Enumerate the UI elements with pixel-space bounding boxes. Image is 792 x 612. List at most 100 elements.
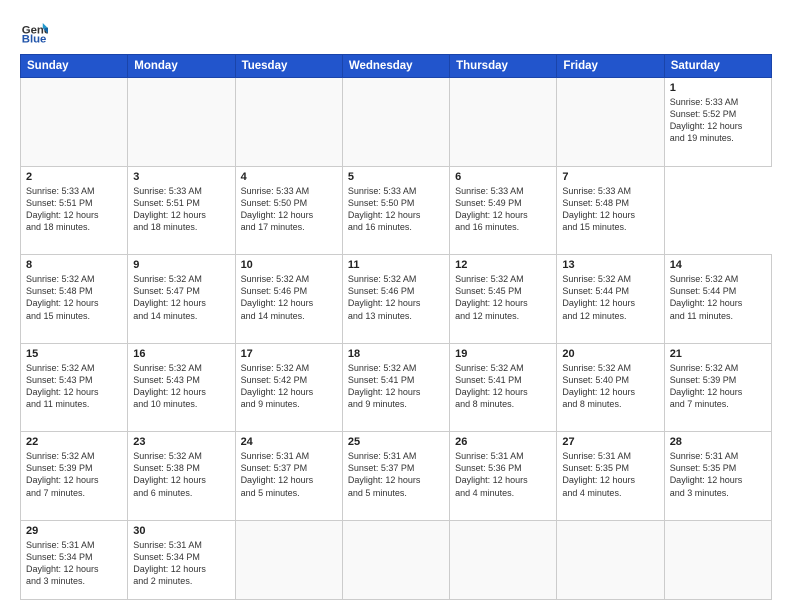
calendar-week-5: 29 Sunrise: 5:31 AMSunset: 5:34 PMDayligh… <box>21 520 772 599</box>
cell-info: Sunrise: 5:32 AMSunset: 5:44 PMDaylight:… <box>562 274 635 320</box>
calendar-cell-21: 21 Sunrise: 5:32 AMSunset: 5:39 PMDayligh… <box>664 343 771 432</box>
cell-info: Sunrise: 5:32 AMSunset: 5:43 PMDaylight:… <box>26 363 99 409</box>
calendar-cell-empty <box>235 78 342 167</box>
day-number: 22 <box>26 436 122 448</box>
svg-text:Blue: Blue <box>22 33 47 44</box>
day-number: 29 <box>26 525 122 537</box>
cell-info: Sunrise: 5:31 AMSunset: 5:35 PMDaylight:… <box>670 451 743 497</box>
calendar-cell-11: 11Sunrise: 5:32 AMSunset: 5:46 PMDayligh… <box>342 255 449 344</box>
calendar-cell-24: 24 Sunrise: 5:31 AMSunset: 5:37 PMDayligh… <box>235 432 342 521</box>
day-number: 10 <box>241 259 337 271</box>
cell-info: Sunrise: 5:31 AMSunset: 5:37 PMDaylight:… <box>348 451 421 497</box>
page-header: General Blue <box>20 16 772 44</box>
cell-info: Sunrise: 5:33 AMSunset: 5:50 PMDaylight:… <box>241 186 314 232</box>
day-number: 18 <box>348 348 444 360</box>
day-number: 2 <box>26 171 122 183</box>
calendar-cell-17: 17Sunrise: 5:32 AMSunset: 5:42 PMDayligh… <box>235 343 342 432</box>
calendar-cell-empty <box>235 520 342 599</box>
cell-info: Sunrise: 5:31 AMSunset: 5:36 PMDaylight:… <box>455 451 528 497</box>
cell-info: Sunrise: 5:31 AMSunset: 5:34 PMDaylight:… <box>133 540 206 586</box>
cell-info: Sunrise: 5:32 AMSunset: 5:45 PMDaylight:… <box>455 274 528 320</box>
col-header-saturday: Saturday <box>664 55 771 78</box>
calendar-week-2: 8Sunrise: 5:32 AMSunset: 5:48 PMDaylight… <box>21 255 772 344</box>
day-number: 20 <box>562 348 658 360</box>
day-number: 25 <box>348 436 444 448</box>
calendar-cell-empty <box>557 78 664 167</box>
cell-info: Sunrise: 5:33 AMSunset: 5:50 PMDaylight:… <box>348 186 421 232</box>
cell-info: Sunrise: 5:32 AMSunset: 5:39 PMDaylight:… <box>670 363 743 409</box>
col-header-sunday: Sunday <box>21 55 128 78</box>
cell-info: Sunrise: 5:32 AMSunset: 5:40 PMDaylight:… <box>562 363 635 409</box>
day-number: 23 <box>133 436 229 448</box>
day-number: 28 <box>670 436 766 448</box>
day-number: 26 <box>455 436 551 448</box>
calendar-cell-20: 20 Sunrise: 5:32 AMSunset: 5:40 PMDayligh… <box>557 343 664 432</box>
day-number: 9 <box>133 259 229 271</box>
calendar-cell-empty <box>450 78 557 167</box>
day-number: 12 <box>455 259 551 271</box>
calendar-table: SundayMondayTuesdayWednesdayThursdayFrid… <box>20 54 772 600</box>
calendar-cell-18: 18Sunrise: 5:32 AMSunset: 5:41 PMDayligh… <box>342 343 449 432</box>
cell-info: Sunrise: 5:33 AMSunset: 5:51 PMDaylight:… <box>133 186 206 232</box>
calendar-cell-27: 27Sunrise: 5:31 AMSunset: 5:35 PMDayligh… <box>557 432 664 521</box>
calendar-cell-empty <box>342 520 449 599</box>
logo: General Blue <box>20 16 52 44</box>
calendar-cell-empty <box>450 520 557 599</box>
day-number: 5 <box>348 171 444 183</box>
cell-info: Sunrise: 5:32 AMSunset: 5:43 PMDaylight:… <box>133 363 206 409</box>
calendar-week-1: 2 Sunrise: 5:33 AMSunset: 5:51 PMDaylight… <box>21 166 772 255</box>
day-number: 7 <box>562 171 658 183</box>
calendar-cell-13: 13 Sunrise: 5:32 AMSunset: 5:44 PMDayligh… <box>557 255 664 344</box>
calendar-cell-29: 29Sunrise: 5:31 AMSunset: 5:34 PMDayligh… <box>21 520 128 599</box>
col-header-friday: Friday <box>557 55 664 78</box>
calendar-cell-22: 22Sunrise: 5:32 AMSunset: 5:39 PMDayligh… <box>21 432 128 521</box>
cell-info: Sunrise: 5:31 AMSunset: 5:35 PMDaylight:… <box>562 451 635 497</box>
calendar-cell-25: 25 Sunrise: 5:31 AMSunset: 5:37 PMDayligh… <box>342 432 449 521</box>
day-number: 1 <box>670 82 766 94</box>
calendar-cell-8: 8Sunrise: 5:32 AMSunset: 5:48 PMDaylight… <box>21 255 128 344</box>
calendar-cell-empty <box>128 78 235 167</box>
cell-info: Sunrise: 5:33 AMSunset: 5:52 PMDaylight:… <box>670 97 743 143</box>
cell-info: Sunrise: 5:32 AMSunset: 5:44 PMDaylight:… <box>670 274 743 320</box>
day-number: 21 <box>670 348 766 360</box>
calendar-cell-5: 5 Sunrise: 5:33 AMSunset: 5:50 PMDaylight… <box>342 166 449 255</box>
calendar-cell-15: 15 Sunrise: 5:32 AMSunset: 5:43 PMDayligh… <box>21 343 128 432</box>
day-number: 6 <box>455 171 551 183</box>
calendar-cell-empty <box>21 78 128 167</box>
day-number: 15 <box>26 348 122 360</box>
cell-info: Sunrise: 5:32 AMSunset: 5:41 PMDaylight:… <box>455 363 528 409</box>
day-number: 3 <box>133 171 229 183</box>
day-number: 14 <box>670 259 766 271</box>
day-number: 30 <box>133 525 229 537</box>
calendar-cell-2: 2 Sunrise: 5:33 AMSunset: 5:51 PMDaylight… <box>21 166 128 255</box>
cell-info: Sunrise: 5:33 AMSunset: 5:49 PMDaylight:… <box>455 186 528 232</box>
calendar-cell-1: 1 Sunrise: 5:33 AMSunset: 5:52 PMDaylight… <box>664 78 771 167</box>
cell-info: Sunrise: 5:32 AMSunset: 5:38 PMDaylight:… <box>133 451 206 497</box>
cell-info: Sunrise: 5:32 AMSunset: 5:46 PMDaylight:… <box>241 274 314 320</box>
day-number: 16 <box>133 348 229 360</box>
cell-info: Sunrise: 5:33 AMSunset: 5:51 PMDaylight:… <box>26 186 99 232</box>
day-number: 4 <box>241 171 337 183</box>
calendar-cell-7: 7 Sunrise: 5:33 AMSunset: 5:48 PMDaylight… <box>557 166 664 255</box>
calendar-cell-14: 14 Sunrise: 5:32 AMSunset: 5:44 PMDayligh… <box>664 255 771 344</box>
calendar-cell-26: 26 Sunrise: 5:31 AMSunset: 5:36 PMDayligh… <box>450 432 557 521</box>
calendar-cell-empty <box>664 520 771 599</box>
col-header-wednesday: Wednesday <box>342 55 449 78</box>
cell-info: Sunrise: 5:32 AMSunset: 5:46 PMDaylight:… <box>348 274 421 320</box>
calendar-cell-empty <box>342 78 449 167</box>
day-number: 13 <box>562 259 658 271</box>
calendar-cell-9: 9Sunrise: 5:32 AMSunset: 5:47 PMDaylight… <box>128 255 235 344</box>
cell-info: Sunrise: 5:31 AMSunset: 5:37 PMDaylight:… <box>241 451 314 497</box>
day-number: 24 <box>241 436 337 448</box>
col-header-thursday: Thursday <box>450 55 557 78</box>
calendar-cell-16: 16 Sunrise: 5:32 AMSunset: 5:43 PMDayligh… <box>128 343 235 432</box>
calendar-cell-30: 30 Sunrise: 5:31 AMSunset: 5:34 PMDayligh… <box>128 520 235 599</box>
calendar-cell-empty <box>557 520 664 599</box>
calendar-cell-6: 6 Sunrise: 5:33 AMSunset: 5:49 PMDaylight… <box>450 166 557 255</box>
calendar-cell-23: 23 Sunrise: 5:32 AMSunset: 5:38 PMDayligh… <box>128 432 235 521</box>
calendar-cell-3: 3 Sunrise: 5:33 AMSunset: 5:51 PMDaylight… <box>128 166 235 255</box>
calendar-week-0: 1 Sunrise: 5:33 AMSunset: 5:52 PMDaylight… <box>21 78 772 167</box>
col-header-monday: Monday <box>128 55 235 78</box>
cell-info: Sunrise: 5:33 AMSunset: 5:48 PMDaylight:… <box>562 186 635 232</box>
calendar-cell-10: 10 Sunrise: 5:32 AMSunset: 5:46 PMDayligh… <box>235 255 342 344</box>
